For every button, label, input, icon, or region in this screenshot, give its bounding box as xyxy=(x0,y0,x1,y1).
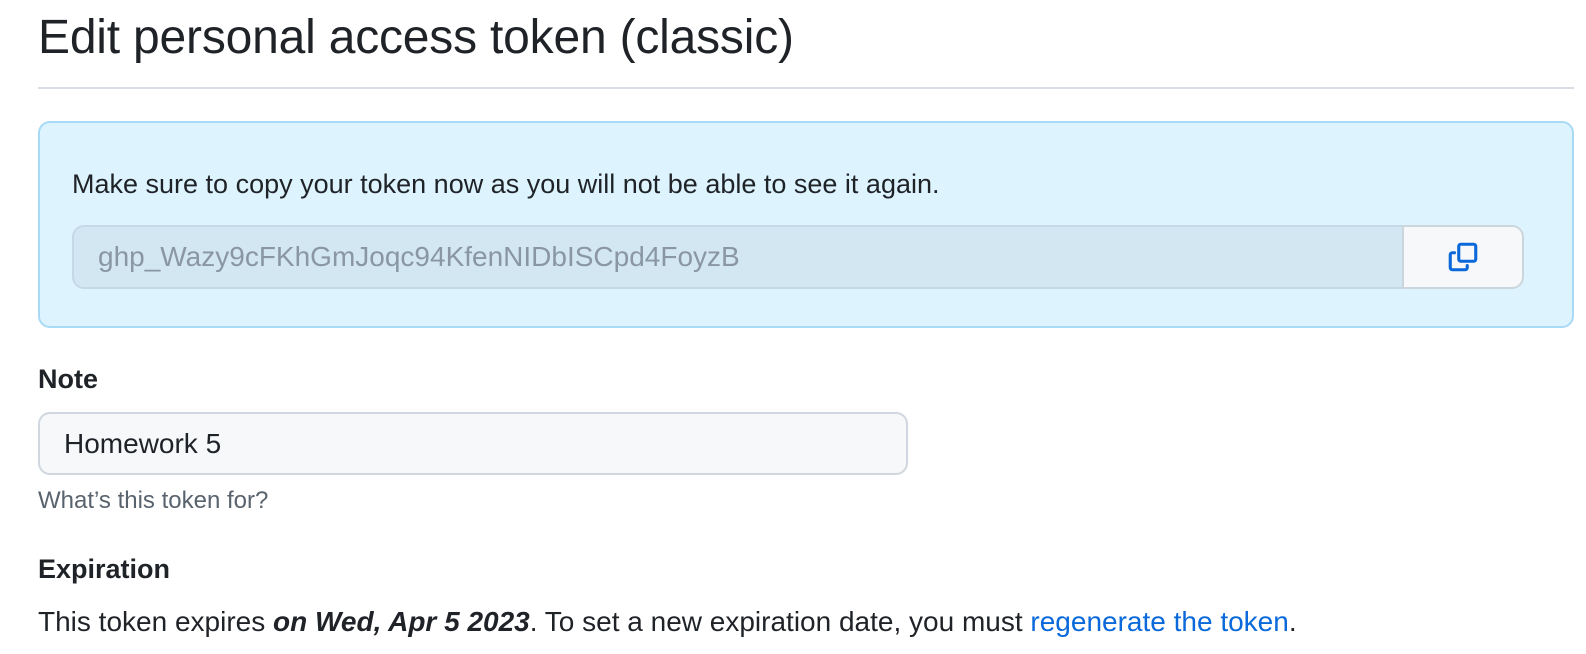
expiration-description: This token expires on Wed, Apr 5 2023. T… xyxy=(38,604,1297,640)
expiration-text-prefix: This token expires xyxy=(38,606,273,637)
expiration-text-suffix: . xyxy=(1288,606,1297,637)
copy-icon xyxy=(1448,242,1478,272)
token-flash-notice: Make sure to copy your token now as you … xyxy=(38,121,1574,328)
page-title: Edit personal access token (classic) xyxy=(38,11,794,64)
page: Edit personal access token (classic) Mak… xyxy=(0,0,1586,654)
expiration-date: on Wed, Apr 5 2023 xyxy=(273,606,530,637)
expiration-label: Expiration xyxy=(38,554,171,584)
title-divider xyxy=(38,87,1574,89)
copy-token-button[interactable] xyxy=(1402,225,1524,289)
flash-message: Make sure to copy your token now as you … xyxy=(72,169,940,199)
note-hint: What’s this token for? xyxy=(38,487,269,514)
expiration-text-middle: . To set a new expiration date, you must xyxy=(529,606,1031,637)
note-label: Note xyxy=(38,364,98,394)
regenerate-token-link[interactable]: regenerate the token xyxy=(1030,606,1288,637)
token-value-field[interactable] xyxy=(72,225,1402,289)
token-input-group xyxy=(72,225,1524,289)
note-input[interactable] xyxy=(38,412,908,475)
